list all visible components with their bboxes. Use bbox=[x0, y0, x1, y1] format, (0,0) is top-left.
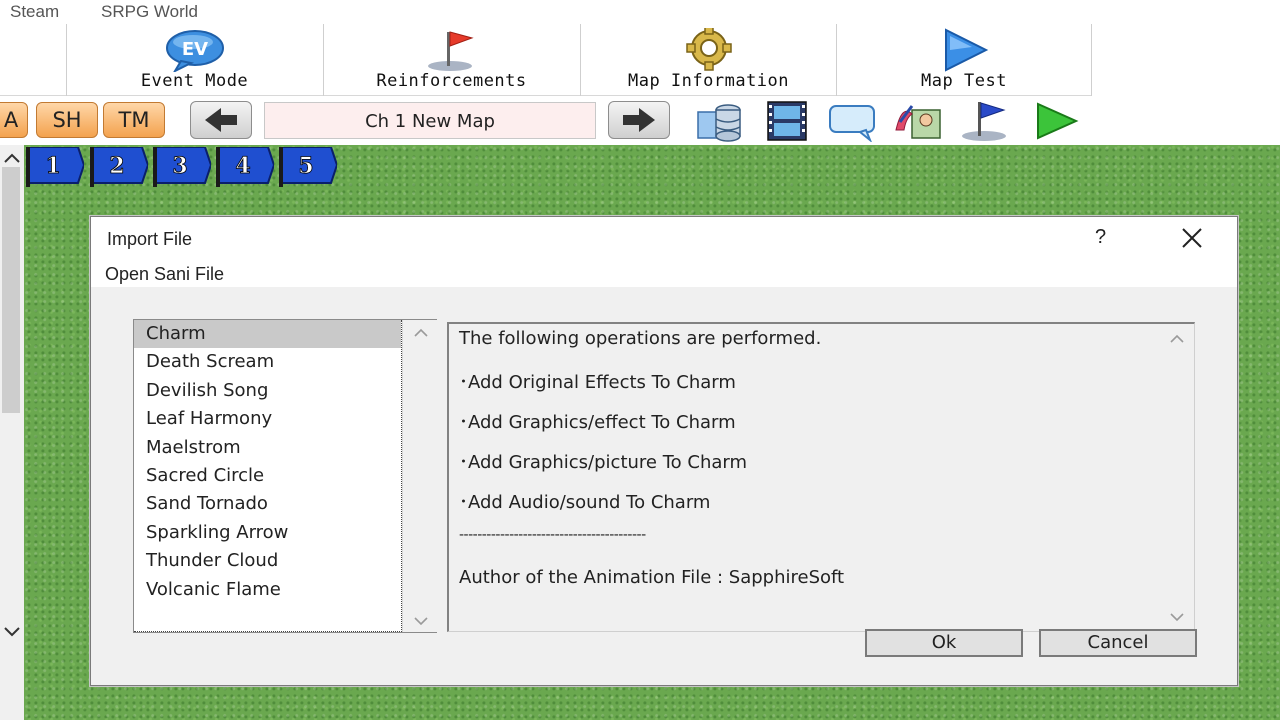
red-flag-icon bbox=[427, 31, 474, 71]
mode-button-tm[interactable]: TM bbox=[103, 102, 165, 138]
close-icon[interactable] bbox=[1179, 225, 1205, 251]
prev-map-button[interactable] bbox=[190, 101, 252, 139]
map-information-label: Map Information bbox=[627, 71, 790, 91]
chevron-up-icon[interactable] bbox=[2, 151, 22, 165]
map-tab-1[interactable]: 1 bbox=[26, 147, 84, 187]
dialog-header: Import File Open Sani File ? bbox=[91, 217, 1237, 287]
description-separator: ----------------------------------------… bbox=[459, 527, 646, 543]
map-tab-2[interactable]: 2 bbox=[90, 147, 148, 187]
svg-text:1: 1 bbox=[45, 153, 60, 179]
gear-icon bbox=[685, 28, 732, 71]
map-test-label: Map Test bbox=[921, 71, 1007, 91]
help-button[interactable]: ? bbox=[1095, 226, 1106, 249]
map-information-button[interactable]: Map Information bbox=[580, 24, 836, 96]
svg-text:5: 5 bbox=[298, 153, 313, 179]
menu-steam[interactable]: Steam bbox=[10, 2, 59, 22]
list-item[interactable]: Sparkling Arrow bbox=[134, 519, 401, 547]
speech-bubble-icon[interactable] bbox=[826, 100, 880, 142]
blue-flag-icon[interactable] bbox=[958, 100, 1012, 142]
svg-text:EV: EV bbox=[181, 39, 207, 60]
list-item[interactable]: Leaf Harmony bbox=[134, 405, 401, 433]
database-icon[interactable] bbox=[692, 100, 746, 142]
operations-text-panel[interactable]: The following operations are performed. … bbox=[447, 322, 1195, 632]
map-tab-3[interactable]: 3 bbox=[153, 147, 211, 187]
svg-text:3: 3 bbox=[172, 153, 187, 179]
map-tab-5[interactable]: 5 bbox=[279, 147, 337, 187]
event-mode-label: Event Mode bbox=[140, 71, 249, 91]
vertical-scrollbar[interactable] bbox=[0, 145, 24, 720]
description-line: ･Add Graphics/picture To Charm bbox=[459, 452, 748, 473]
character-edit-icon[interactable] bbox=[892, 100, 946, 142]
green-play-icon[interactable] bbox=[1030, 100, 1084, 142]
list-item[interactable]: Thunder Cloud bbox=[134, 547, 401, 575]
arrow-left-icon bbox=[205, 108, 237, 132]
cancel-button[interactable]: Cancel bbox=[1039, 629, 1197, 657]
description-line: The following operations are performed. bbox=[459, 328, 822, 349]
map-test-button[interactable]: Map Test bbox=[836, 24, 1092, 96]
reinforcements-label: Reinforcements bbox=[376, 71, 527, 91]
map-name-field[interactable]: Ch 1 New Map bbox=[264, 102, 596, 139]
ok-button[interactable]: Ok bbox=[865, 629, 1023, 657]
description-line: ･Add Graphics/effect To Charm bbox=[459, 412, 736, 433]
main-toolbar: EV Event Mode Reinforcements Map Informa… bbox=[0, 24, 1092, 96]
event-mode-button[interactable]: EV Event Mode bbox=[66, 24, 322, 96]
next-map-button[interactable] bbox=[608, 101, 670, 139]
menu-bar: Steam SRPG World bbox=[0, 0, 1280, 24]
description-line: Author of the Animation File : SapphireS… bbox=[459, 567, 845, 588]
dialog-title: Import File bbox=[107, 229, 193, 249]
reinforcements-button[interactable]: Reinforcements bbox=[323, 24, 579, 96]
list-item[interactable]: Sacred Circle bbox=[134, 462, 401, 490]
chevron-up-icon[interactable] bbox=[413, 328, 429, 338]
list-item[interactable]: Death Scream bbox=[134, 348, 401, 376]
animation-file-list[interactable]: Charm Death Scream Devilish Song Leaf Ha… bbox=[133, 319, 438, 633]
mode-button-a[interactable]: A bbox=[0, 102, 28, 138]
menu-srpg-world[interactable]: SRPG World bbox=[101, 2, 198, 22]
list-item[interactable]: Sand Tornado bbox=[134, 490, 401, 518]
chevron-down-icon[interactable] bbox=[2, 625, 22, 639]
svg-text:2: 2 bbox=[109, 153, 124, 179]
scroll-thumb[interactable] bbox=[2, 167, 20, 413]
list-scrollbar[interactable] bbox=[402, 320, 438, 632]
description-line: ･Add Audio/sound To Charm bbox=[459, 492, 711, 513]
mode-button-sh[interactable]: SH bbox=[36, 102, 98, 138]
film-strip-icon[interactable] bbox=[760, 100, 814, 142]
chevron-up-icon[interactable] bbox=[1169, 334, 1185, 344]
svg-text:4: 4 bbox=[235, 153, 250, 179]
list-item[interactable]: Devilish Song bbox=[134, 377, 401, 405]
chevron-down-icon[interactable] bbox=[1169, 612, 1185, 622]
list-item[interactable]: Maelstrom bbox=[134, 434, 401, 462]
play-triangle-icon bbox=[945, 28, 989, 72]
map-tab-4[interactable]: 4 bbox=[216, 147, 274, 187]
text-scrollbar[interactable] bbox=[1160, 324, 1194, 631]
list-item[interactable]: Volcanic Flame bbox=[134, 576, 401, 604]
import-file-dialog: Import File Open Sani File ? Charm Death… bbox=[90, 216, 1238, 686]
list-item[interactable]: Charm bbox=[134, 320, 401, 349]
dialog-subtitle: Open Sani File bbox=[105, 264, 225, 284]
ev-bubble-icon: EV bbox=[165, 30, 224, 72]
chevron-down-icon[interactable] bbox=[413, 616, 429, 626]
description-line: ･Add Original Effects To Charm bbox=[459, 372, 736, 393]
arrow-right-icon bbox=[623, 108, 655, 132]
